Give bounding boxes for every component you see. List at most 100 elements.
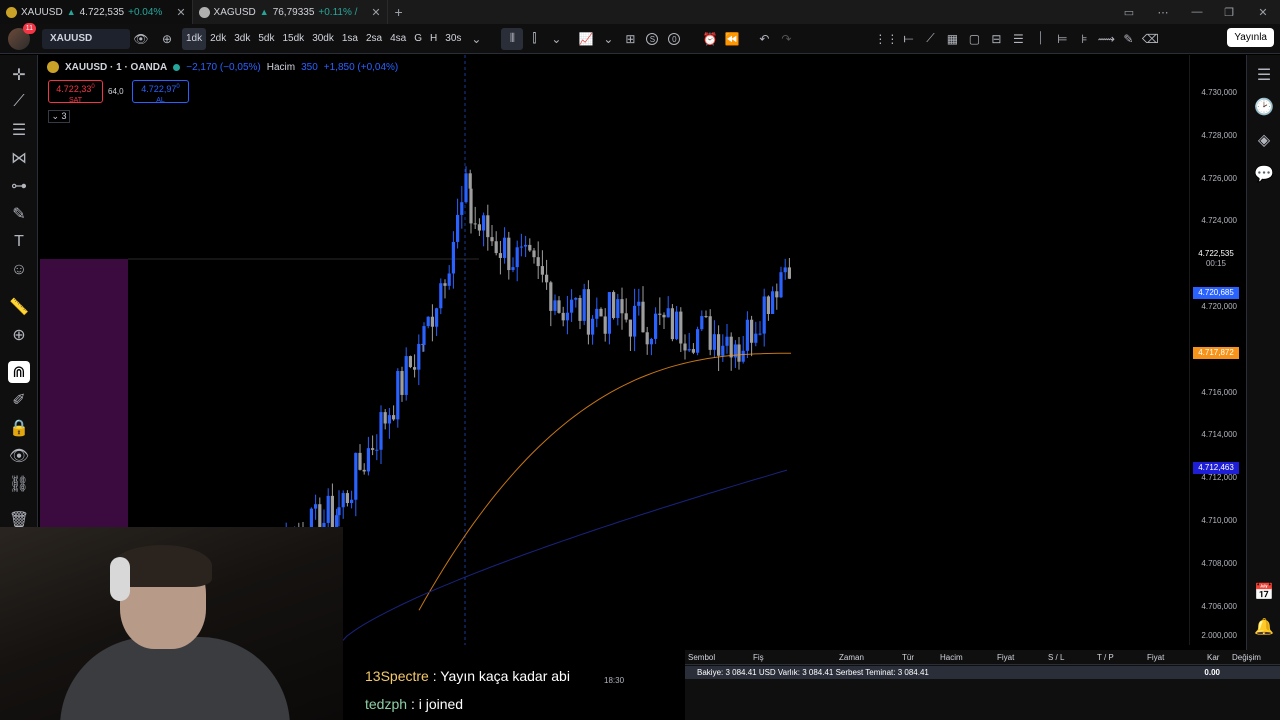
lock-icon[interactable]: 🔒 bbox=[8, 417, 30, 439]
volume-value: 350 bbox=[301, 61, 318, 73]
alert-icon[interactable]: ⏰ bbox=[699, 28, 721, 50]
brush-icon[interactable]: ✎ bbox=[8, 203, 30, 225]
emoji-icon[interactable]: ☺ bbox=[8, 259, 30, 281]
drag-handle-icon[interactable]: ⋮⋮ bbox=[874, 28, 898, 50]
col-header[interactable]: Fiş bbox=[753, 653, 764, 662]
o-icon[interactable]: 0 bbox=[663, 28, 685, 50]
col-header[interactable]: Fiyat bbox=[1147, 653, 1164, 662]
interval-5dk[interactable]: 5dk bbox=[254, 28, 278, 50]
magnet-icon[interactable]: ⋒ bbox=[8, 361, 30, 383]
col-header[interactable]: Kar bbox=[1207, 653, 1219, 662]
chart-type-icon[interactable]: ⫿ bbox=[523, 28, 545, 50]
add-tab-button[interactable]: + bbox=[388, 4, 410, 20]
crosshair-icon[interactable]: ✛ bbox=[8, 64, 30, 86]
lines-icon[interactable]: ☰ bbox=[1007, 28, 1029, 50]
interval-1dk[interactable]: 1dk bbox=[182, 27, 207, 50]
more-icon[interactable]: ⋯ bbox=[1146, 0, 1180, 24]
close-icon[interactable]: ✕ bbox=[371, 6, 380, 19]
grid-icon[interactable]: ▦ bbox=[941, 28, 963, 50]
tab-change: +0.11% / bbox=[318, 6, 358, 18]
buy-button[interactable]: 4.722,970 AL bbox=[132, 80, 189, 104]
redo-icon[interactable]: ↷ bbox=[775, 28, 797, 50]
window-layout-icon[interactable]: ▭ bbox=[1112, 0, 1146, 24]
link-icon[interactable]: ⛓ bbox=[8, 473, 30, 495]
chevron-down-icon[interactable]: ⌄ bbox=[597, 28, 619, 50]
trend-line-icon[interactable]: ⟋ bbox=[919, 28, 941, 50]
brush-icon[interactable]: ✎ bbox=[1117, 28, 1139, 50]
rectangle-icon[interactable]: ▢ bbox=[963, 28, 985, 50]
forecast-icon[interactable]: ⊶ bbox=[8, 175, 30, 197]
pattern-icon[interactable]: ⋈ bbox=[8, 147, 30, 169]
watchlist-icon[interactable]: ☰ bbox=[1253, 64, 1275, 86]
candle-body bbox=[314, 504, 318, 509]
candle-body bbox=[362, 469, 366, 472]
candle-body bbox=[375, 449, 379, 451]
layers-icon[interactable]: ◈ bbox=[1253, 129, 1275, 151]
interval-g[interactable]: G bbox=[410, 28, 426, 50]
interval-3dk[interactable]: 3dk bbox=[230, 28, 254, 50]
chevron-down-icon[interactable]: ⌄ bbox=[465, 28, 487, 50]
replay-icon[interactable]: ⏪ bbox=[721, 28, 743, 50]
ruler-icon[interactable]: 📏 bbox=[8, 296, 30, 318]
interval-15dk[interactable]: 15dk bbox=[279, 28, 309, 50]
text-icon[interactable]: T bbox=[8, 231, 30, 253]
col-header[interactable]: T / P bbox=[1097, 653, 1114, 662]
calendar-icon[interactable]: 📅 bbox=[1253, 581, 1275, 603]
clock-icon[interactable]: 🕑 bbox=[1253, 96, 1275, 118]
col-header[interactable]: Sembol bbox=[688, 653, 715, 662]
candle-body bbox=[771, 291, 775, 315]
pitchfork-icon[interactable]: ⊧ bbox=[1073, 28, 1095, 50]
s-icon[interactable]: S bbox=[641, 28, 663, 50]
publish-button[interactable]: Yayınla bbox=[1227, 28, 1274, 47]
silver-coin-icon bbox=[198, 6, 210, 18]
chart-title[interactable]: XAUUSD · 1 · OANDA bbox=[65, 62, 167, 73]
indicators-icon[interactable]: 📈 bbox=[575, 28, 597, 50]
stay-drawing-icon[interactable]: ✐ bbox=[8, 389, 30, 411]
interval-2sa[interactable]: 2sa bbox=[362, 28, 386, 50]
horizontal-line-icon[interactable]: ⟝ bbox=[897, 28, 919, 50]
minimize-button[interactable]: — bbox=[1180, 0, 1214, 24]
interval-1sa[interactable]: 1sa bbox=[338, 28, 362, 50]
fib-icon[interactable]: ☰ bbox=[8, 119, 30, 141]
col-header[interactable]: Tür bbox=[902, 653, 914, 662]
eye-icon[interactable]: 👁 bbox=[8, 445, 30, 467]
undo-icon[interactable]: ↶ bbox=[753, 28, 775, 50]
trend-line-icon[interactable]: ⟋ bbox=[8, 91, 30, 113]
symbol-search[interactable]: XAUUSD bbox=[42, 28, 130, 49]
interval-30dk[interactable]: 30dk bbox=[308, 28, 338, 50]
candle-body bbox=[404, 356, 408, 395]
interval-4sa[interactable]: 4sa bbox=[386, 28, 410, 50]
candle-body bbox=[649, 338, 653, 345]
col-header[interactable]: Değişim bbox=[1232, 653, 1261, 662]
templates-icon[interactable]: ⊞ bbox=[619, 28, 641, 50]
candle-body bbox=[712, 334, 716, 350]
maximize-button[interactable]: ❐ bbox=[1212, 0, 1246, 24]
col-header[interactable]: Hacim bbox=[940, 653, 963, 662]
close-icon[interactable]: ✕ bbox=[176, 6, 185, 19]
chat-message: 13Spectre : Yayın kaça kadar abi bbox=[365, 668, 570, 684]
eraser-icon[interactable]: ⌫ bbox=[1139, 28, 1161, 50]
eye-icon[interactable]: 👁 bbox=[130, 28, 152, 50]
add-symbol-icon[interactable]: ⊕ bbox=[156, 28, 178, 50]
fib-icon[interactable]: ⊟ bbox=[985, 28, 1007, 50]
ray-icon[interactable]: ⊨ bbox=[1051, 28, 1073, 50]
col-header[interactable]: Fiyat bbox=[997, 653, 1014, 662]
col-header[interactable]: Zaman bbox=[839, 653, 864, 662]
tab-xagusd[interactable]: XAGUSD ▲ 76,79335 +0.11% / ✕ bbox=[193, 0, 388, 24]
interval-2dk[interactable]: 2dk bbox=[206, 28, 230, 50]
close-window-button[interactable]: ✕ bbox=[1246, 0, 1280, 24]
collapse-indicators-button[interactable]: ⌄ 3 bbox=[48, 110, 70, 123]
tab-xauusd[interactable]: XAUUSD ▲ 4.722,535 +0.04% ✕ bbox=[0, 0, 193, 24]
col-header[interactable]: S / L bbox=[1048, 653, 1064, 662]
interval-h[interactable]: H bbox=[426, 28, 441, 50]
zoom-icon[interactable]: ⊕ bbox=[8, 324, 30, 346]
interval-30s[interactable]: 30s bbox=[441, 28, 465, 50]
chat-icon[interactable]: 💬 bbox=[1253, 163, 1275, 185]
bell-icon[interactable]: 🔔 bbox=[1253, 616, 1275, 638]
sell-button[interactable]: 4.722,330 SAT bbox=[48, 80, 103, 104]
chevron-down-icon[interactable]: ⌄ bbox=[545, 28, 567, 50]
avatar[interactable]: 11 bbox=[8, 22, 36, 50]
vertical-line-icon[interactable]: ⏐ bbox=[1029, 28, 1051, 50]
candles-icon[interactable]: ⫴ bbox=[501, 27, 524, 50]
path-icon[interactable]: ⟿ bbox=[1095, 28, 1117, 50]
